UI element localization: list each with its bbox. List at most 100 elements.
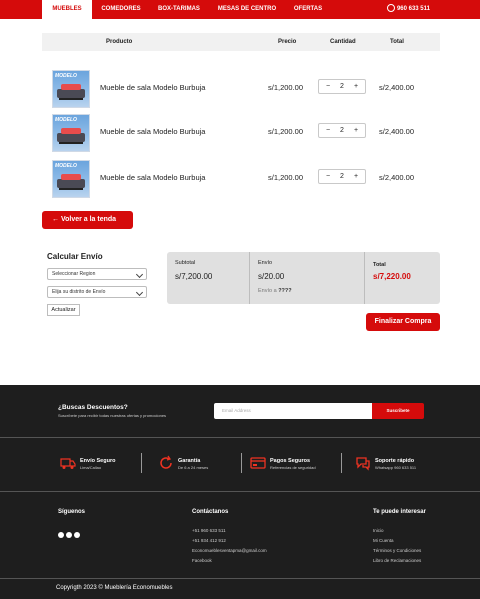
summary-subtotal: Subtotal s/7,200.00 — [167, 252, 249, 304]
product-name[interactable]: Mueble de sala Modelo Burbuja — [100, 173, 205, 182]
product-thumbnail[interactable]: MODELO — [52, 70, 90, 108]
quantity-stepper[interactable]: − 2 + — [318, 169, 366, 184]
product-thumbnail[interactable]: MODELO — [52, 114, 90, 152]
contact-phone-1[interactable]: +51 960 633 511 — [192, 526, 267, 536]
nav-muebles[interactable]: MUEBLES — [42, 0, 92, 19]
header-quantity: Cantidad — [330, 39, 356, 45]
follow-title: Síguenos — [58, 509, 86, 515]
feature-subtitle: De 6 a 24 meses — [178, 465, 209, 470]
newsletter-title: ¿Buscas Descuentos? — [58, 404, 128, 411]
thumbnail-label: MODELO — [55, 73, 77, 79]
email-field[interactable]: Email Address — [214, 403, 372, 419]
district-select[interactable]: Elija su distrito de Envío — [47, 286, 147, 298]
header-price: Precio — [278, 39, 297, 45]
summary-total: Total s/7,220.00 — [365, 252, 440, 304]
product-name[interactable]: Mueble de sala Modelo Burbuja — [100, 127, 205, 136]
interest-title: Te puede interesar — [373, 509, 426, 515]
product-name[interactable]: Mueble de sala Modelo Burbuja — [100, 83, 205, 92]
plus-button[interactable]: + — [354, 124, 358, 137]
feature-title: Envío Seguro — [80, 458, 116, 464]
footer: ¿Buscas Descuentos? Suscríbete para reci… — [0, 385, 480, 599]
chevron-down-icon — [135, 270, 144, 279]
feature-subtitle: Lima/Callao — [80, 465, 102, 470]
summary-shipping: Envío s/20.00 Envío a ???? — [250, 252, 363, 304]
sofa-image — [57, 174, 85, 190]
nav-phone-number: 960 633 511 — [396, 6, 430, 12]
product-thumbnail[interactable]: MODELO — [52, 160, 90, 198]
social-links — [58, 525, 82, 543]
facebook-icon[interactable] — [58, 532, 64, 538]
newsletter-subtitle: Suscríbete para recibir todas nuestras o… — [58, 413, 167, 418]
quantity-value[interactable]: 2 — [340, 80, 344, 93]
instagram-icon[interactable] — [66, 532, 72, 538]
quantity-value[interactable]: 2 — [340, 124, 344, 137]
update-button[interactable]: Actualizar — [47, 304, 80, 316]
cart-row: MODELO Mueble de sala Modelo Burbuja s/1… — [42, 114, 440, 158]
shipping-value: s/20.00 — [258, 272, 285, 281]
sofa-image — [57, 128, 85, 144]
plus-button[interactable]: + — [354, 170, 358, 183]
shipping-note-prefix: Envío a — [258, 288, 279, 294]
product-price: s/1,200.00 — [268, 127, 304, 136]
total-label: Total — [373, 262, 386, 268]
quantity-stepper[interactable]: − 2 + — [318, 123, 366, 138]
product-price: s/1,200.00 — [268, 83, 304, 92]
footer-divider — [0, 578, 480, 579]
chat-icon — [356, 457, 370, 471]
district-select-placeholder: Elija su distrito de Envío — [52, 289, 106, 295]
contact-list: +51 960 633 511 +51 934 412 912 Economue… — [192, 526, 267, 566]
top-nav: MUEBLES COMEDORES BOX-TARIMAS MESAS DE C… — [0, 0, 480, 19]
link-inicio[interactable]: Inicio — [373, 526, 421, 536]
feature-title: Garantía — [178, 458, 201, 464]
minus-button[interactable]: − — [326, 80, 330, 93]
subtotal-value: s/7,200.00 — [175, 272, 213, 281]
row-total: s/2,400.00 — [379, 173, 415, 182]
feature-separator — [241, 453, 242, 473]
minus-button[interactable]: − — [326, 124, 330, 137]
shipping-note-value: ???? — [278, 288, 292, 294]
sofa-image — [57, 84, 85, 100]
thumbnail-label: MODELO — [55, 163, 77, 169]
thumbnail-label: MODELO — [55, 117, 77, 123]
contact-facebook[interactable]: Facebook — [192, 556, 267, 566]
header-total: Total — [390, 39, 404, 45]
interest-list: Inicio Mi Cuenta Términos y Condiciones … — [373, 526, 421, 566]
feature-title: Pagos Seguros — [270, 458, 311, 464]
nav-phone[interactable]: 960 633 511 — [386, 0, 430, 19]
nav-ofertas[interactable]: OFERTAS — [286, 0, 330, 19]
shipping-note: Envío a ???? — [258, 288, 292, 294]
region-select-placeholder: Seleccionar Region — [52, 271, 96, 277]
link-mi-cuenta[interactable]: Mi Cuenta — [373, 536, 421, 546]
subscribe-button[interactable]: Suscribete — [372, 403, 424, 419]
quantity-stepper[interactable]: − 2 + — [318, 79, 366, 94]
quantity-value[interactable]: 2 — [340, 170, 344, 183]
credit-card-icon — [250, 457, 266, 469]
refresh-icon — [160, 455, 172, 469]
finish-purchase-button[interactable]: Finalizar Compra — [366, 313, 440, 331]
minus-button[interactable]: − — [326, 170, 330, 183]
nav-box-tarimas[interactable]: BOX-TARIMAS — [150, 0, 208, 19]
region-select[interactable]: Seleccionar Region — [47, 268, 147, 280]
cart-row: MODELO Mueble de sala Modelo Burbuja s/1… — [42, 70, 440, 114]
plus-button[interactable]: + — [354, 80, 358, 93]
cart-table-header: Producto Precio Cantidad Total — [42, 33, 440, 51]
shipping-calc-title: Calcular Envío — [47, 252, 103, 261]
feature-subtitle: Whatsapp 960 633 511 — [375, 465, 417, 470]
feature-separator — [341, 453, 342, 473]
total-value: s/7,220.00 — [373, 272, 411, 281]
row-total: s/2,400.00 — [379, 127, 415, 136]
link-terminos[interactable]: Términos y Condiciones — [373, 546, 421, 556]
shipping-label: Envío — [258, 260, 273, 266]
chevron-down-icon — [135, 288, 144, 297]
contact-phone-2[interactable]: +51 934 412 912 — [192, 536, 267, 546]
nav-comedores[interactable]: COMEDORES — [95, 0, 147, 19]
feature-subtitle: Referencias de seguridad — [270, 465, 316, 470]
contact-email[interactable]: Economueblesventapma@gmail.com — [192, 546, 267, 556]
row-total: s/2,400.00 — [379, 83, 415, 92]
back-to-store-button[interactable]: ← Volver a la tenda — [42, 211, 133, 229]
link-libro-reclamaciones[interactable]: Libro de Reclamaciones — [373, 556, 421, 566]
copyright: Copyrigth 2023 © Mueblería Economuebles — [56, 585, 173, 591]
nav-mesas-de-centro[interactable]: MESAS DE CENTRO — [214, 0, 280, 19]
truck-icon — [60, 458, 76, 469]
twitter-icon[interactable] — [74, 532, 80, 538]
